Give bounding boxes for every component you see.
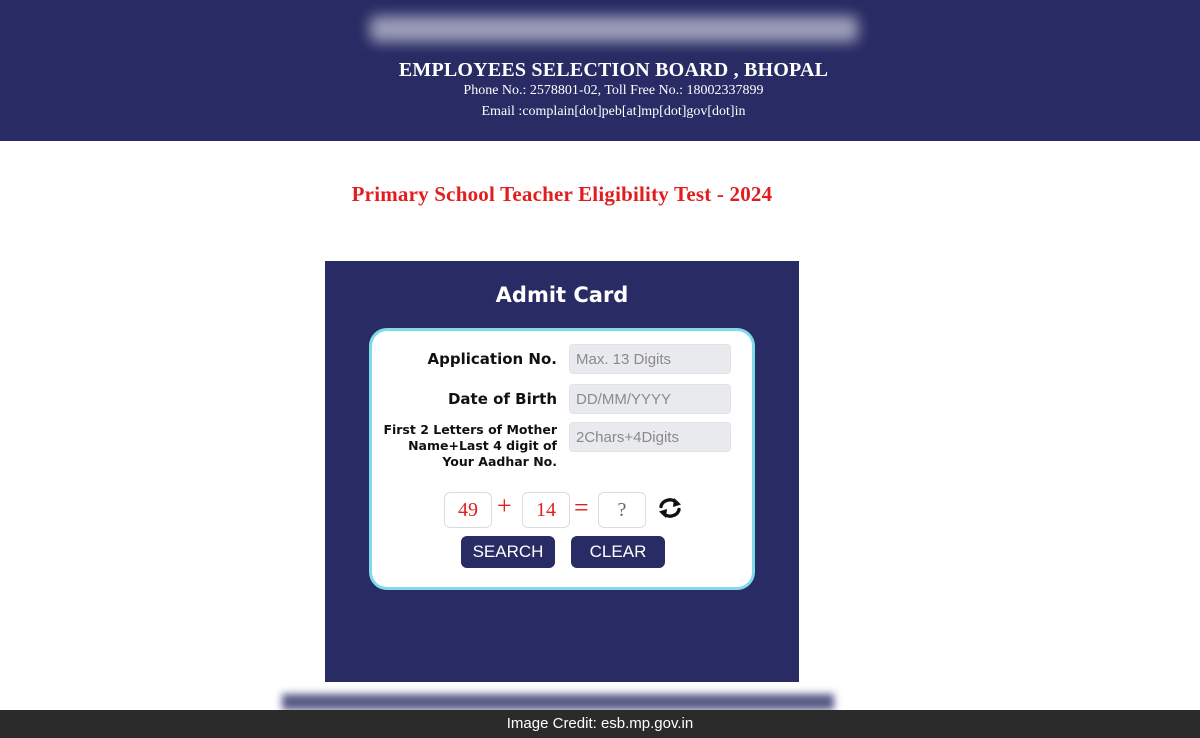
exam-title: Primary School Teacher Eligibility Test … [351, 182, 773, 206]
blurred-lower-strip [282, 694, 834, 710]
captcha-operand-a: 49 [444, 492, 492, 528]
blurred-title-text [370, 16, 858, 42]
email-line: Email :complain[dot]peb[at]mp[dot]gov[do… [481, 104, 746, 119]
application-no-label: Application No. [427, 350, 557, 368]
admit-card-form: Application No. Date of Birth First 2 Le… [369, 328, 755, 590]
image-credit-bar: Image Credit: esb.mp.gov.in [0, 710, 1200, 738]
org-name: EMPLOYEES SELECTION BOARD , BHOPAL [398, 59, 829, 81]
application-no-input[interactable] [569, 344, 731, 374]
dob-input[interactable] [569, 384, 731, 414]
admit-card-panel: Admit Card Application No. Date of Birth… [325, 261, 799, 682]
admit-card-heading: Admit Card [495, 283, 629, 307]
mother-aadhar-input[interactable] [569, 422, 731, 452]
captcha-operand-b: 14 [522, 492, 570, 528]
captcha-equals: = [574, 493, 589, 522]
refresh-icon[interactable] [657, 496, 683, 520]
captcha-answer-input[interactable] [598, 492, 646, 528]
dob-label: Date of Birth [447, 390, 557, 408]
site-header: EMPLOYEES SELECTION BOARD , BHOPAL Phone… [0, 0, 1200, 141]
search-button[interactable]: SEARCH [461, 536, 555, 568]
captcha-operator: + [497, 491, 512, 520]
clear-button[interactable]: CLEAR [571, 536, 665, 568]
phone-line: Phone No.: 2578801-02, Toll Free No.: 18… [463, 83, 764, 98]
mother-aadhar-label: First 2 Letters of Mother Name+Last 4 di… [383, 422, 557, 469]
